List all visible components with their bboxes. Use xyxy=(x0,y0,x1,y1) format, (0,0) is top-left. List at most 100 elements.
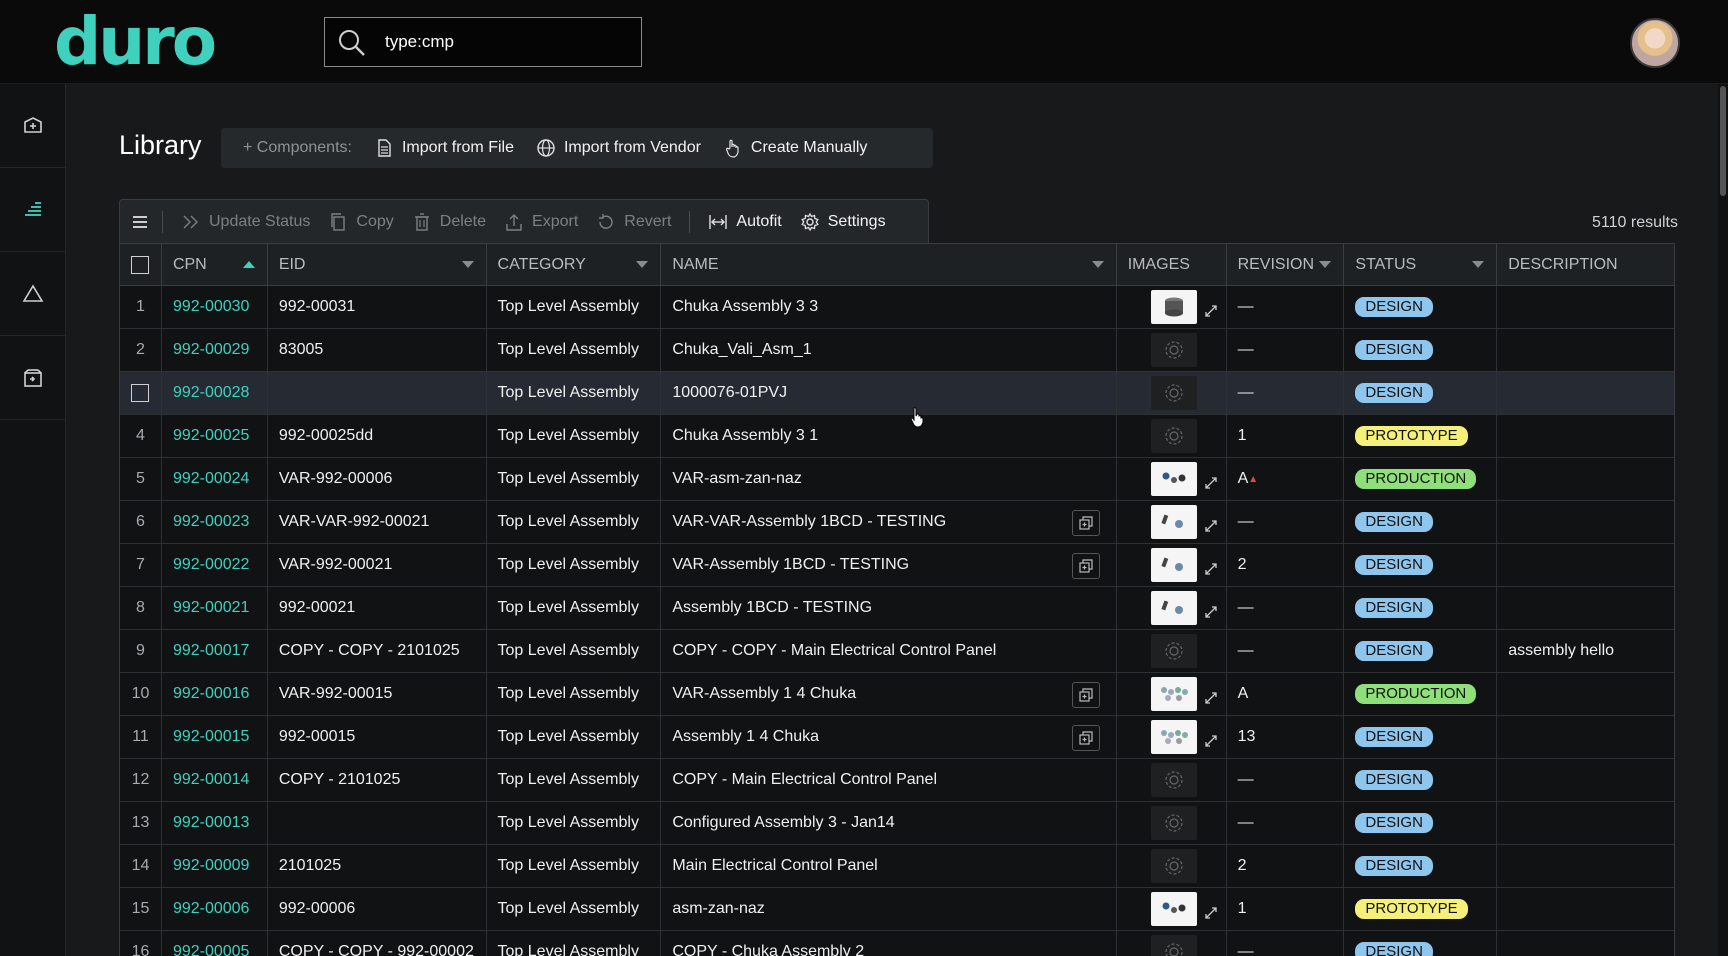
cpn-link[interactable]: 992-00016 xyxy=(173,685,250,703)
expand-icon[interactable] xyxy=(1203,561,1219,577)
component-thumbnail[interactable] xyxy=(1150,290,1197,324)
table-row[interactable]: 5 992-00024 VAR-992-00006 Top Level Assembl… xyxy=(120,458,1674,501)
expand-icon[interactable] xyxy=(1203,604,1219,620)
cpn-link[interactable]: 992-00030 xyxy=(173,298,250,316)
cpn-cell[interactable]: 992-00028 xyxy=(162,372,268,414)
cpn-link[interactable]: 992-00029 xyxy=(173,341,250,359)
cpn-cell[interactable]: 992-00015 xyxy=(162,716,268,758)
row-number-cell[interactable]: 9 xyxy=(120,630,162,672)
row-number-cell[interactable] xyxy=(120,372,162,414)
cpn-cell[interactable]: 992-00009 xyxy=(162,845,268,887)
import-from-file-button[interactable]: Import from File xyxy=(374,138,514,158)
component-thumbnail[interactable] xyxy=(1150,462,1197,496)
row-checkbox[interactable] xyxy=(131,384,150,402)
cpn-cell[interactable]: 992-00021 xyxy=(162,587,268,629)
select-all-checkbox[interactable] xyxy=(131,256,150,274)
component-thumbnail[interactable] xyxy=(1150,935,1197,956)
expand-icon[interactable] xyxy=(1203,518,1219,534)
table-row[interactable]: 13 992-00013 Top Level Assembly Configured … xyxy=(120,802,1674,845)
component-thumbnail[interactable] xyxy=(1150,677,1197,711)
header-images[interactable]: IMAGES xyxy=(1117,244,1227,286)
expand-icon[interactable] xyxy=(1203,303,1219,319)
cpn-cell[interactable]: 992-00013 xyxy=(162,802,268,844)
menu-button[interactable] xyxy=(130,212,150,232)
row-number-cell[interactable]: 1 xyxy=(120,286,162,328)
cpn-cell[interactable]: 992-00024 xyxy=(162,458,268,500)
table-row[interactable]: 992-00028 Top Level Assembly 1000076-01PVJ… xyxy=(120,372,1674,415)
row-number-cell[interactable]: 2 xyxy=(120,329,162,371)
header-category[interactable]: CATEGORY xyxy=(487,244,662,286)
component-thumbnail[interactable] xyxy=(1150,720,1197,754)
table-row[interactable]: 7 992-00022 VAR-992-00021 Top Level Assembl… xyxy=(120,544,1674,587)
table-row[interactable]: 10 992-00016 VAR-992-00015 Top Level Assemb… xyxy=(120,673,1674,716)
copy-button[interactable]: Copy xyxy=(328,212,394,232)
row-number-cell[interactable]: 13 xyxy=(120,802,162,844)
header-status[interactable]: STATUS xyxy=(1344,244,1498,286)
sidebar-item-library[interactable] xyxy=(0,168,66,252)
expand-icon[interactable] xyxy=(1203,475,1219,491)
sidebar-item-export[interactable] xyxy=(0,336,66,420)
table-row[interactable]: 4 992-00025 992-00025dd Top Level Assembly C… xyxy=(120,415,1674,458)
duro-logo[interactable]: duro xyxy=(54,6,217,78)
cpn-cell[interactable]: 992-00016 xyxy=(162,673,268,715)
header-eid[interactable]: EID xyxy=(268,244,487,286)
cpn-link[interactable]: 992-00014 xyxy=(173,771,250,789)
component-thumbnail[interactable] xyxy=(1150,591,1197,625)
row-number-cell[interactable]: 15 xyxy=(120,888,162,930)
scrollbar-thumb[interactable] xyxy=(1720,86,1726,196)
cpn-link[interactable]: 992-00028 xyxy=(173,384,250,402)
table-row[interactable]: 15 992-00006 992-00006 Top Level Assembly as… xyxy=(120,888,1674,931)
table-row[interactable]: 9 992-00017 COPY - COPY - 2101025 Top Level… xyxy=(120,630,1674,673)
header-description[interactable]: DESCRIPTION xyxy=(1497,244,1674,286)
cpn-link[interactable]: 992-00015 xyxy=(173,728,250,746)
revert-button[interactable]: Revert xyxy=(596,212,671,232)
cpn-cell[interactable]: 992-00017 xyxy=(162,630,268,672)
cpn-cell[interactable]: 992-00023 xyxy=(162,501,268,543)
cpn-cell[interactable]: 992-00014 xyxy=(162,759,268,801)
component-thumbnail[interactable] xyxy=(1150,806,1197,840)
row-number-cell[interactable]: 11 xyxy=(120,716,162,758)
variant-icon[interactable] xyxy=(1071,725,1100,751)
table-row[interactable]: 2 992-00029 83005 Top Level Assembly Chuka_V… xyxy=(120,329,1674,372)
row-number-cell[interactable]: 7 xyxy=(120,544,162,586)
component-thumbnail[interactable] xyxy=(1150,419,1197,453)
header-cpn[interactable]: CPN xyxy=(162,244,268,286)
table-row[interactable]: 8 992-00021 992-00021 Top Level Assembly Ass… xyxy=(120,587,1674,630)
table-row[interactable]: 6 992-00023 VAR-VAR-992-00021 Top Level Ass… xyxy=(120,501,1674,544)
component-thumbnail[interactable] xyxy=(1150,505,1197,539)
row-number-cell[interactable]: 12 xyxy=(120,759,162,801)
row-number-cell[interactable]: 5 xyxy=(120,458,162,500)
cpn-link[interactable]: 992-00022 xyxy=(173,556,250,574)
component-thumbnail[interactable] xyxy=(1150,548,1197,582)
search-box[interactable] xyxy=(324,17,642,67)
cpn-link[interactable]: 992-00024 xyxy=(173,470,250,488)
component-thumbnail[interactable] xyxy=(1150,892,1197,926)
row-number-cell[interactable]: 10 xyxy=(120,673,162,715)
row-number-cell[interactable]: 4 xyxy=(120,415,162,457)
expand-icon[interactable] xyxy=(1203,690,1219,706)
variant-icon[interactable] xyxy=(1071,553,1100,579)
table-row[interactable]: 12 992-00014 COPY - 2101025 Top Level Assem… xyxy=(120,759,1674,802)
cpn-cell[interactable]: 992-00006 xyxy=(162,888,268,930)
cpn-link[interactable]: 992-00021 xyxy=(173,599,250,617)
header-revision[interactable]: REVISION xyxy=(1227,244,1345,286)
row-number-cell[interactable]: 14 xyxy=(120,845,162,887)
create-manually-button[interactable]: Create Manually xyxy=(723,138,867,158)
cpn-cell[interactable]: 992-00029 xyxy=(162,329,268,371)
settings-button[interactable]: Settings xyxy=(800,212,886,232)
update-status-button[interactable]: Update Status xyxy=(181,212,310,232)
scrollbar[interactable] xyxy=(1718,84,1728,956)
sidebar-item-add-component[interactable] xyxy=(0,84,66,168)
component-thumbnail[interactable] xyxy=(1150,763,1197,797)
cpn-link[interactable]: 992-00017 xyxy=(173,642,250,660)
variant-icon[interactable] xyxy=(1071,682,1100,708)
search-input[interactable] xyxy=(385,18,635,65)
cpn-cell[interactable]: 992-00022 xyxy=(162,544,268,586)
cpn-link[interactable]: 992-00023 xyxy=(173,513,250,531)
table-row[interactable]: 11 992-00015 992-00015 Top Level Assembly As… xyxy=(120,716,1674,759)
header-name[interactable]: NAME xyxy=(661,244,1117,286)
expand-icon[interactable] xyxy=(1203,905,1219,921)
cpn-link[interactable]: 992-00025 xyxy=(173,427,250,445)
cpn-link[interactable]: 992-00005 xyxy=(173,943,250,956)
export-button[interactable]: Export xyxy=(504,212,578,232)
